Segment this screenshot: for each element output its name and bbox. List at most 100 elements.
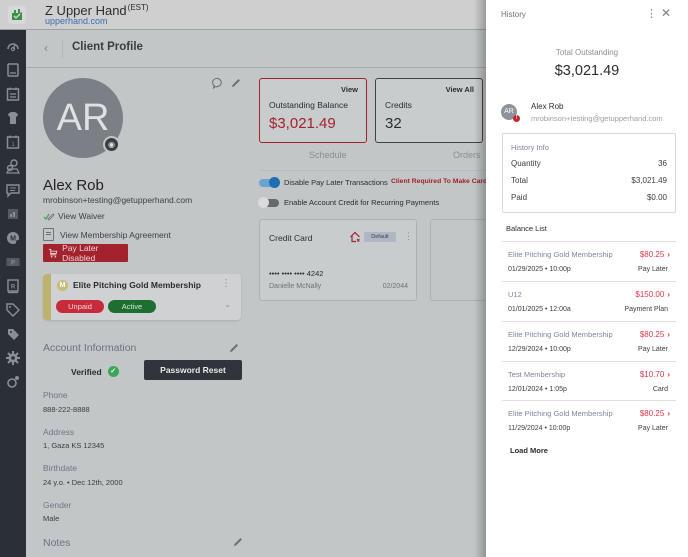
history-title: History	[501, 10, 526, 19]
item-payment-type: Pay Later	[638, 425, 668, 432]
settings-gear-icon[interactable]	[5, 350, 21, 366]
membership-icon: M	[57, 280, 68, 291]
unpaid-badge: Unpaid	[56, 300, 104, 313]
brand-url-link[interactable]: upperhand.com	[45, 16, 108, 26]
calendar-day-icon[interactable]: 1	[5, 134, 21, 150]
calendar-icon[interactable]	[5, 86, 21, 102]
pay-later-disabled-button[interactable]: Pay Later Disabled	[43, 243, 128, 263]
item-date: 01/01/2025 • 12:00a	[508, 306, 571, 313]
tag-icon[interactable]	[5, 302, 21, 318]
edit-pencil-icon[interactable]	[229, 343, 239, 353]
edit-pencil-icon[interactable]	[233, 537, 243, 547]
history-info-row: Total $3,021.49	[511, 176, 667, 185]
reports-icon[interactable]	[5, 206, 21, 222]
more-vertical-icon[interactable]: ⋮	[646, 7, 657, 20]
message-icon[interactable]	[5, 182, 21, 198]
resources-icon[interactable]: R	[5, 278, 21, 294]
item-name: Test Membership	[508, 370, 566, 379]
gender-label: Gender	[43, 500, 72, 510]
tags-icon[interactable]	[5, 326, 21, 342]
pay-later-disabled-label: Pay Later Disabled	[62, 243, 99, 263]
account-credit-label: Enable Account Credit for Recurring Paym…	[284, 198, 440, 207]
chevron-right-icon: ›	[667, 250, 670, 259]
birthdate-value: 24 y.o. • Dec 12th, 2000	[43, 478, 123, 487]
default-badge: Default	[364, 232, 396, 242]
item-payment-type: Pay Later	[638, 346, 668, 353]
autopay-home-icon[interactable]	[349, 231, 361, 243]
more-vertical-icon[interactable]: ⋮	[404, 231, 413, 242]
account-information-title: Account Information	[43, 342, 137, 354]
password-reset-button[interactable]: Password Reset	[144, 360, 242, 380]
total-outstanding-value: $3,021.49	[554, 63, 620, 79]
credits-card[interactable]: View All Credits 32	[375, 78, 483, 143]
balance-list-item[interactable]: Test Membership $10.70 › 12/01/2024 • 1:0…	[502, 361, 676, 401]
toggle-knob	[258, 197, 269, 208]
check-circle-icon: ✓	[107, 366, 119, 377]
balance-list-item[interactable]: Elite Pitching Gold Membership $80.25 › 1…	[502, 400, 676, 440]
chat-bubble-icon[interactable]	[212, 77, 224, 89]
load-more-button[interactable]: Load More	[510, 446, 548, 455]
account-credit-toggle[interactable]	[258, 197, 279, 208]
clients-icon[interactable]	[5, 158, 21, 174]
chevron-right-icon: ›	[667, 409, 670, 418]
camera-icon[interactable]: ◉	[103, 136, 120, 153]
timezone-label: (EST)	[127, 3, 149, 12]
view-membership-agreement-link[interactable]: View Membership Agreement	[43, 228, 171, 241]
view-all-credits-link[interactable]: View All	[446, 85, 474, 94]
outstanding-balance-label: Outstanding Balance	[269, 100, 348, 110]
quantity-value: 36	[658, 159, 667, 168]
credits-value: 32	[385, 115, 402, 132]
view-waiver-link[interactable]: View Waiver	[43, 211, 105, 221]
dashboard-gauge-icon[interactable]	[5, 38, 21, 54]
phone-label: Phone	[43, 390, 68, 400]
view-balance-link[interactable]: View	[341, 85, 358, 94]
item-payment-type: Pay Later	[638, 266, 668, 273]
history-info-row: Quantity 36	[511, 159, 667, 168]
history-info-row: Paid $0.00	[511, 193, 667, 202]
waiver-signed-icon	[43, 212, 55, 221]
chevron-down-icon[interactable]: ⌄	[224, 300, 231, 309]
item-payment-type: Payment Plan	[624, 306, 668, 313]
membership-card[interactable]: M Elite Pitching Gold Membership ⋮ Unpai…	[43, 274, 241, 320]
item-payment-type: Card	[652, 386, 668, 393]
balance-list-item[interactable]: Elite Pitching Gold Membership $80.25 › 1…	[502, 321, 676, 361]
book-icon[interactable]	[5, 62, 21, 78]
membership-icon[interactable]: M	[5, 230, 21, 246]
more-vertical-icon[interactable]: ⋮	[221, 278, 231, 289]
paid-value: $0.00	[646, 193, 667, 202]
total-outstanding-label: Total Outstanding	[555, 48, 619, 57]
chevron-right-icon: ›	[667, 370, 670, 379]
item-name: Elite Pitching Gold Membership	[508, 330, 613, 339]
address-value: 1, Gaza KS 12345	[43, 441, 105, 450]
staff-gear-icon[interactable]	[5, 374, 21, 390]
address-label: Address	[43, 427, 75, 437]
gender-value: Male	[43, 514, 60, 523]
credit-card-title: Credit Card	[269, 233, 313, 243]
item-amount: $80.25 ›	[639, 330, 670, 339]
paid-label: Paid	[511, 193, 528, 202]
balance-list-item[interactable]: Elite Pitching Gold Membership $80.25 › 0…	[502, 241, 676, 281]
total-label: Total	[511, 176, 528, 185]
svg-text:R: R	[11, 285, 16, 291]
header-divider	[62, 40, 63, 58]
tab-schedule[interactable]: Schedule	[309, 150, 347, 160]
card-number: •••• •••• •••• 4242	[269, 269, 324, 278]
pass-ticket-icon[interactable]: P	[5, 254, 21, 270]
shirt-icon[interactable]	[5, 110, 21, 126]
client-name: Alex Rob	[531, 102, 564, 111]
close-icon[interactable]: ✕	[661, 6, 671, 20]
item-date: 12/29/2024 • 10:00p	[508, 346, 571, 353]
page-title: Client Profile	[72, 41, 143, 53]
chevron-right-icon: ›	[667, 330, 670, 339]
outstanding-balance-card[interactable]: View Outstanding Balance $3,021.49	[259, 78, 367, 143]
chevron-right-icon: ›	[667, 290, 670, 299]
active-badge: Active	[108, 300, 156, 313]
balance-list-item[interactable]: U12 $150.00 › 01/01/2025 • 12:00a Payment…	[502, 281, 676, 321]
credit-card-tile[interactable]: Credit Card Default ⋮ •••• •••• •••• 424…	[259, 219, 417, 301]
edit-pencil-icon[interactable]	[231, 78, 241, 88]
back-button[interactable]: ‹	[44, 41, 48, 55]
page-header: ‹ Client Profile	[26, 30, 486, 68]
upper-hand-logo-icon[interactable]	[8, 6, 26, 24]
disable-pay-later-toggle[interactable]	[259, 177, 280, 188]
client-email: mrobinson+testing@getupperhand.com	[531, 114, 663, 123]
